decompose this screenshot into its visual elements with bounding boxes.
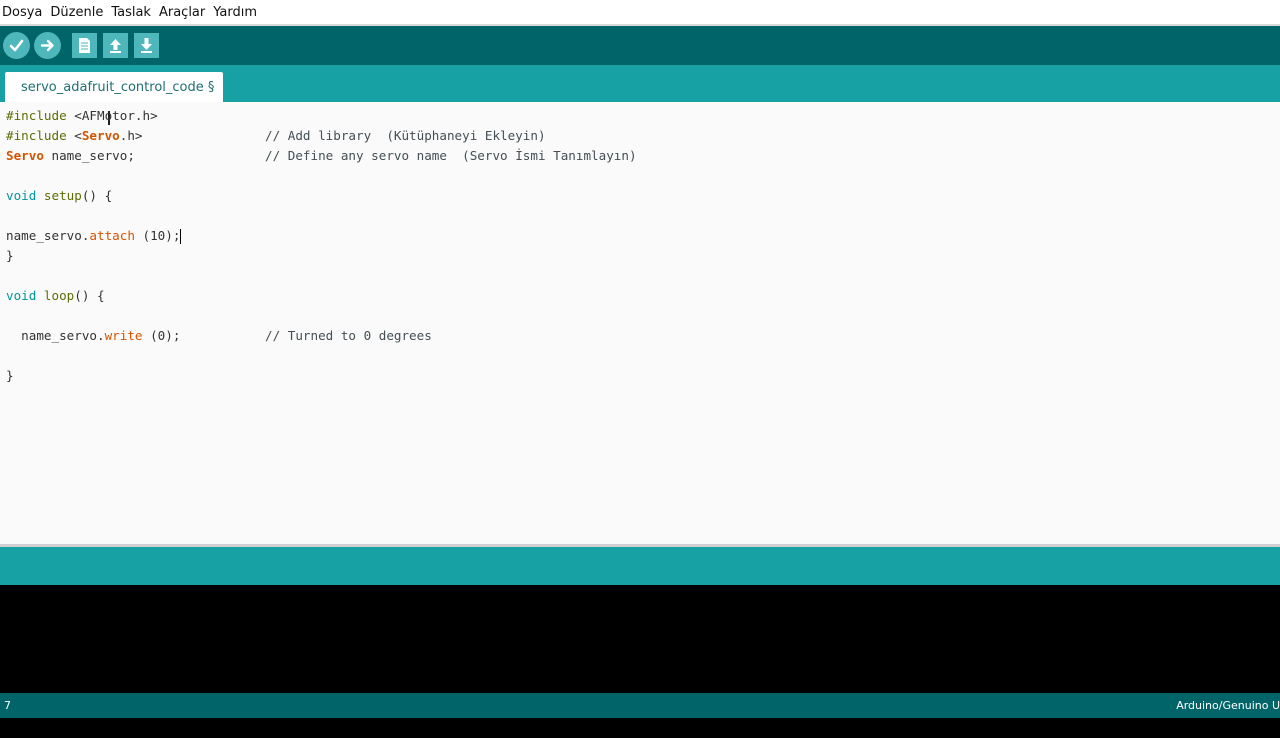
code-token: #include [6,128,67,143]
code-token: attach [89,228,135,243]
verify-button[interactable] [3,32,30,59]
code-line-3: Servo name_servo; [6,146,135,166]
tab-sketch[interactable]: servo_adafruit_control_code § [5,72,224,102]
status-bar [0,547,1280,585]
code-line-2: #include <Servo.h> [6,126,143,146]
code-comment: // Turned to 0 degrees [265,328,432,343]
menu-duzenle[interactable]: Düzenle [47,5,108,20]
arrow-right-icon [40,39,54,52]
text-caret [180,229,182,244]
code-line-5: void setup() { [6,186,112,206]
toolbar [0,26,1280,65]
code-line-8: } [6,248,14,263]
save-button[interactable] [134,33,159,58]
code-token: (10); [134,228,181,243]
code-token: name_servo. [6,328,105,343]
menu-araclar[interactable]: Araçlar [156,5,210,20]
line-number: 7 [4,699,11,712]
new-button[interactable] [72,33,97,58]
checkmark-icon [9,39,24,52]
code-token: (0); [142,328,181,343]
code-token: setup [36,188,82,203]
footer-bar: 7 Arduino/Genuino U [0,693,1280,718]
code-comment: // Add library (Kütüphaneyi Ekleyin) [265,128,546,143]
code-token: #include [6,108,67,123]
code-line-12: name_servo.write (0); [6,326,180,346]
code-editor[interactable]: #include <AFMotor.h> #include <Servo.h> … [0,102,1280,544]
code-token: void [6,188,37,203]
code-token: () { [81,188,113,203]
console-output[interactable] [0,585,1280,693]
tab-bar: servo_adafruit_control_code § [0,65,1280,102]
code-token: name_servo; [43,148,135,163]
bottom-strip [0,718,1280,738]
code-token: write [104,328,143,343]
arrow-down-icon [141,38,152,53]
menu-taslak[interactable]: Taslak [108,5,156,20]
open-button[interactable] [103,33,128,58]
code-line-14: } [6,368,14,383]
new-file-icon [79,38,90,53]
code-token: .h> [119,128,143,143]
code-token: void [6,288,37,303]
menu-dosya[interactable]: Dosya [0,5,47,20]
code-token: () { [74,288,105,303]
code-line-10: void loop() { [6,286,105,306]
code-token: name_servo. [6,228,90,243]
code-comment: // Define any servo name (Servo İsmi Tan… [265,148,637,163]
code-token: Servo [81,128,120,143]
menu-yardim[interactable]: Yardım [210,5,262,20]
code-token: Servo [6,148,44,163]
board-label: Arduino/Genuino U [1176,699,1280,712]
code-token: loop [36,288,75,303]
menu-bar: Dosya Düzenle Taslak Araçlar Yardım [0,0,1280,24]
code-line-1: #include <AFMotor.h> [6,106,158,126]
code-line-7: name_servo.attach (10); [6,226,182,246]
code-token: <AFMotor.h> [66,108,158,123]
arrow-up-icon [110,39,121,53]
upload-button[interactable] [34,32,61,59]
code-token: < [66,128,82,143]
